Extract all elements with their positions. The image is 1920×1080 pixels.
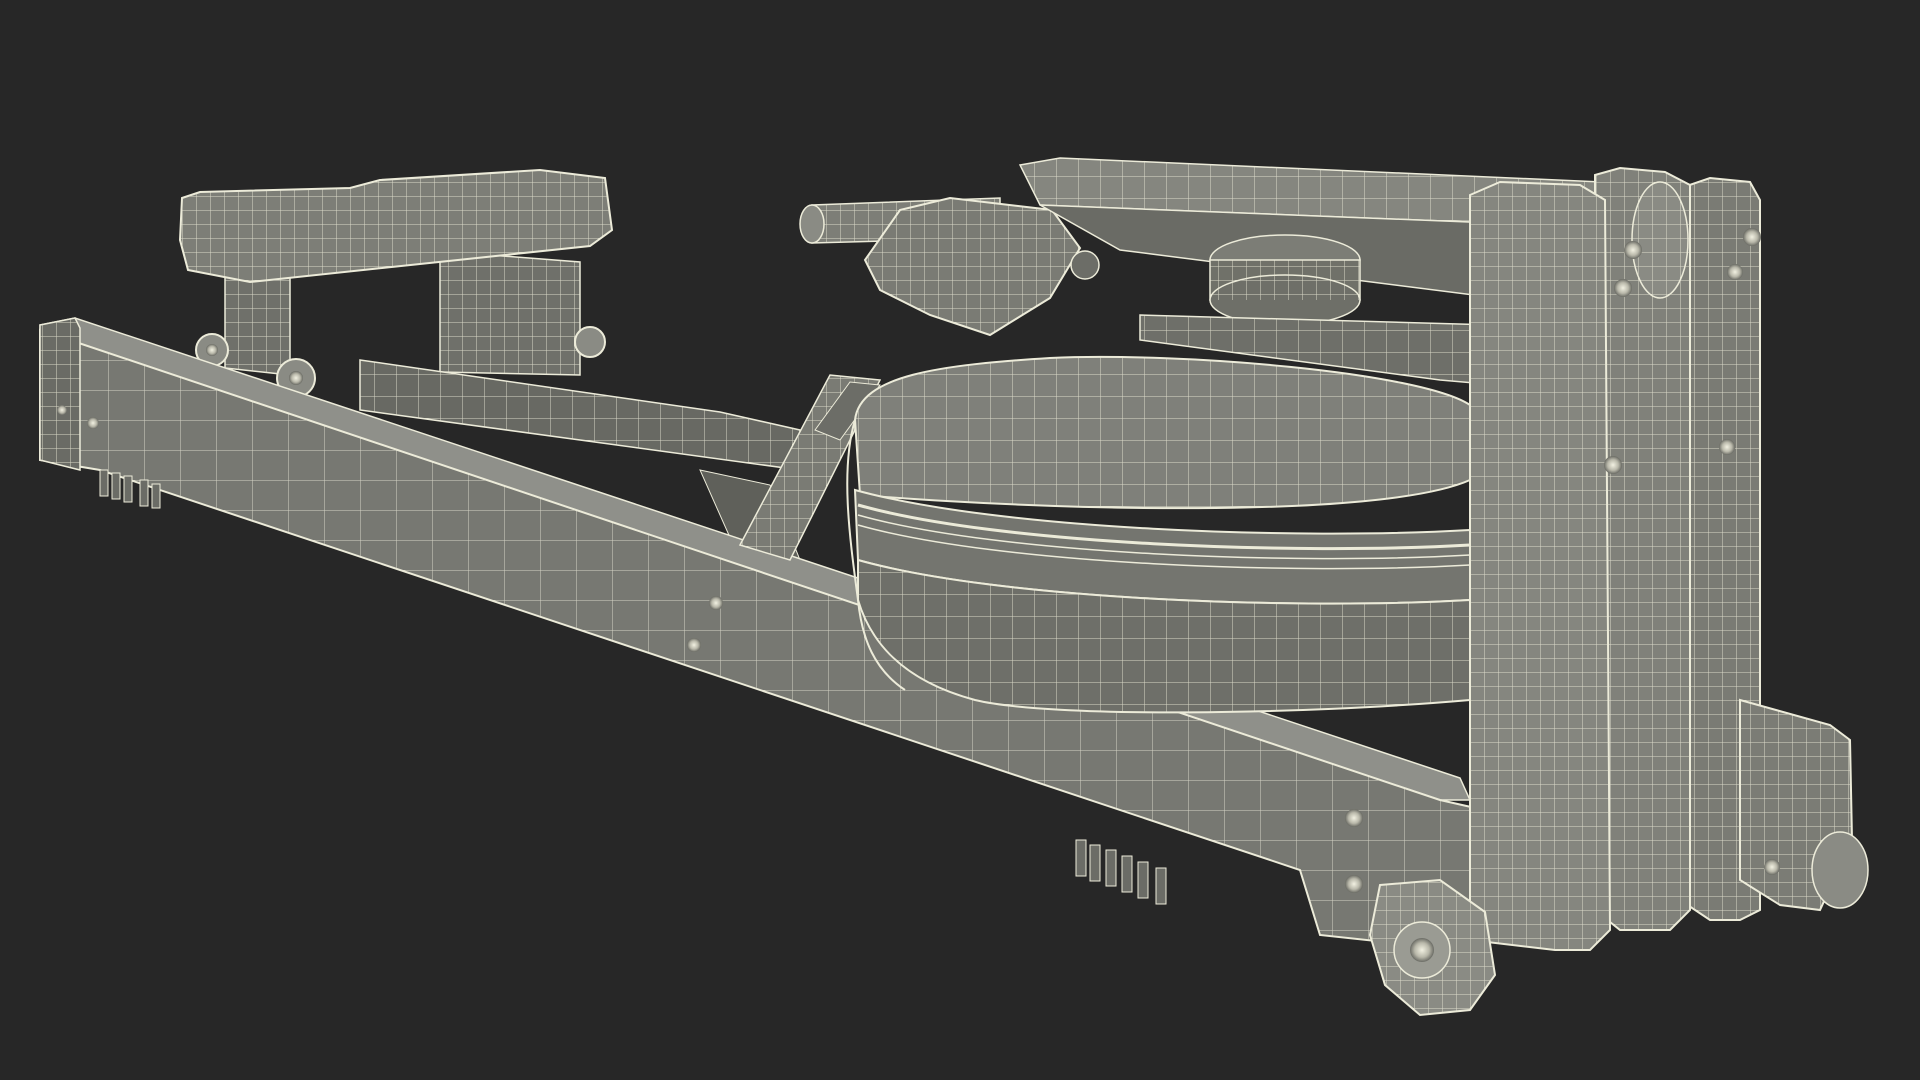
rear-uprights (1469, 166, 1761, 951)
render-viewport (0, 0, 1920, 1080)
water-tank (846, 355, 1471, 714)
rear-feet (1075, 839, 1167, 905)
rear-wheel-right (1811, 831, 1869, 909)
rear-stabilizer (1739, 698, 1869, 912)
rowing-machine-render (39, 157, 1869, 1017)
seat (178, 168, 614, 398)
